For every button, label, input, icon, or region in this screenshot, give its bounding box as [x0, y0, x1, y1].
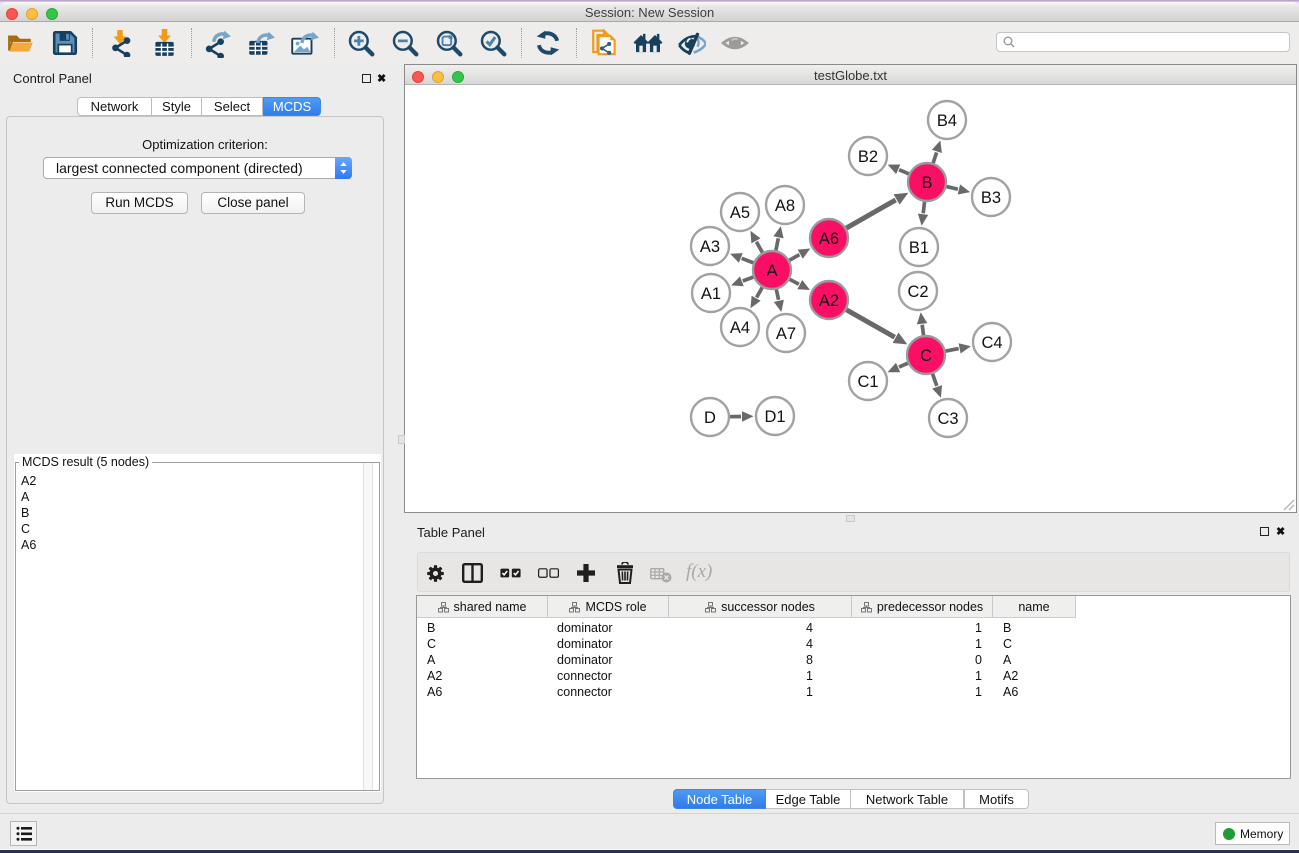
svg-text:C3: C3: [937, 410, 958, 428]
svg-text:C1: C1: [857, 373, 878, 391]
svg-text:A2: A2: [819, 292, 839, 310]
svg-text:A: A: [766, 262, 777, 280]
svg-text:D: D: [704, 409, 716, 427]
svg-text:A8: A8: [775, 197, 795, 215]
svg-text:C2: C2: [907, 283, 928, 301]
svg-text:A6: A6: [819, 230, 839, 248]
svg-text:A3: A3: [700, 238, 720, 256]
svg-text:A7: A7: [776, 325, 796, 343]
svg-text:D1: D1: [764, 408, 785, 426]
svg-text:A5: A5: [730, 204, 750, 222]
svg-text:B4: B4: [937, 112, 957, 130]
svg-text:B2: B2: [858, 148, 878, 166]
svg-text:B3: B3: [981, 189, 1001, 207]
svg-text:C4: C4: [981, 334, 1002, 352]
svg-text:B: B: [921, 174, 932, 192]
svg-text:A4: A4: [730, 319, 750, 337]
svg-text:B1: B1: [909, 239, 929, 257]
svg-text:C: C: [920, 347, 932, 365]
svg-text:A1: A1: [701, 285, 721, 303]
